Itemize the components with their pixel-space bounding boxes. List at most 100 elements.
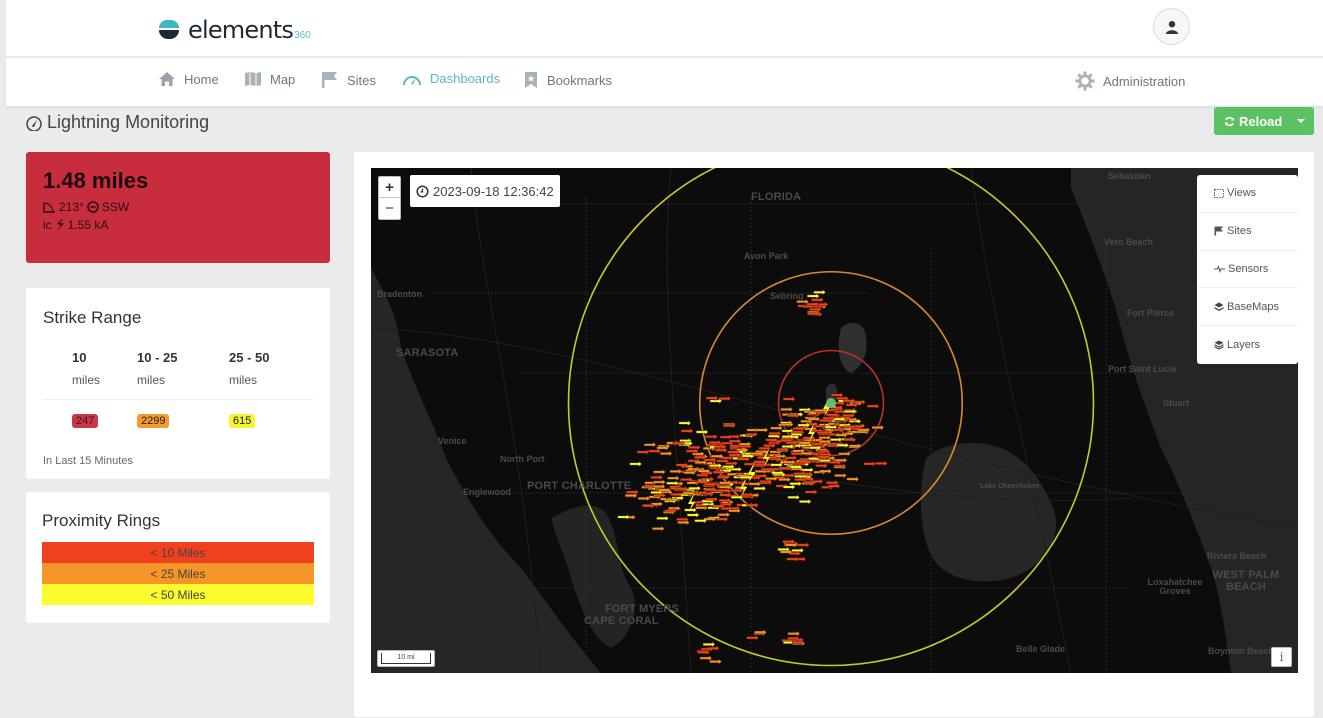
lightning-map[interactable] <box>371 168 1298 673</box>
strike-marker <box>694 517 708 524</box>
strike-marker <box>648 448 661 455</box>
reload-label: Reload <box>1239 113 1283 129</box>
nav-dashboards[interactable]: Dashboards <box>402 71 500 86</box>
nearest-strike-distance: 1.48 miles <box>43 168 149 193</box>
menu-layers-label: Layers <box>1227 339 1261 352</box>
nav-sites[interactable]: Sites <box>321 71 376 89</box>
logo-mark-icon <box>158 19 180 41</box>
strike-marker <box>636 449 650 455</box>
stack-icon <box>1214 302 1224 312</box>
strike-marker <box>717 511 731 518</box>
strike-marker <box>667 475 680 482</box>
strike-marker <box>813 289 826 296</box>
proximity-legend: < 10 Miles < 25 Miles < 50 Miles <box>42 542 314 605</box>
strike-marker <box>637 495 651 502</box>
zoom-in-button[interactable]: + <box>379 177 400 198</box>
strike-marker <box>656 515 669 522</box>
ring-legend-50: < 50 Miles <box>42 584 314 605</box>
strike-marker <box>680 428 694 434</box>
strike-marker <box>719 434 733 441</box>
strike-marker <box>846 476 860 483</box>
strike-marker <box>799 498 812 505</box>
strike-marker <box>753 485 767 492</box>
map-place-label: PORT CHARLOTTE <box>527 480 632 492</box>
page-title-text: Lightning Monitoring <box>47 112 210 132</box>
app-logo[interactable]: elements 360 <box>158 16 311 44</box>
map-layer-menu: Views Sites Sensors BaseMaps Layers <box>1197 175 1298 364</box>
flag-icon <box>1214 226 1224 236</box>
strike-range-footer: In Last 15 Minutes <box>43 455 133 467</box>
gulf-water <box>371 268 601 673</box>
nav-bookmarks[interactable]: Bookmarks <box>523 71 612 89</box>
strike-marker <box>770 425 783 432</box>
reload-dropdown-toggle[interactable] <box>1288 107 1314 135</box>
strike-marker <box>659 450 673 457</box>
reload-split-button: Reload <box>1214 107 1314 135</box>
range-unit: miles <box>137 373 166 387</box>
strike-marker <box>783 396 796 402</box>
nav-map[interactable]: Map <box>244 71 295 87</box>
map-place-label: CAPE CORAL <box>584 615 659 627</box>
count-badge-25-50: 615 <box>229 414 256 428</box>
menu-sites-label: Sites <box>1227 225 1252 238</box>
strike-marker <box>746 502 759 509</box>
nav-administration-label: Administration <box>1103 73 1186 89</box>
menu-layers[interactable]: Layers <box>1197 326 1298 364</box>
range-col-10-25: 10 - 25 miles <box>137 350 229 387</box>
angle-icon <box>43 201 56 213</box>
map-icon <box>244 71 262 87</box>
menu-sensors[interactable]: Sensors <box>1197 251 1298 289</box>
nav-administration[interactable]: Administration <box>1075 71 1185 91</box>
ring-legend-10: < 10 Miles <box>42 542 314 563</box>
strike-marker <box>834 472 847 479</box>
strike-marker <box>678 420 692 427</box>
lightning-bolt-icon <box>55 219 65 231</box>
map-canvas <box>371 168 1298 673</box>
strike-marker <box>687 512 700 518</box>
menu-sites[interactable]: Sites <box>1197 213 1298 251</box>
zoom-out-button[interactable]: − <box>379 198 400 219</box>
timestamp-text: 2023-09-18 12:36:42 <box>433 183 554 199</box>
menu-views[interactable]: Views <box>1197 175 1298 213</box>
strike-marker <box>650 474 664 481</box>
map-timestamp: 2023-09-18 12:36:42 <box>410 175 560 207</box>
strike-direction: SSW <box>101 200 130 214</box>
dashboard-gauge-icon <box>402 72 422 86</box>
strike-marker <box>746 634 759 641</box>
strike-marker <box>688 444 701 451</box>
reload-button[interactable]: Reload <box>1214 107 1288 135</box>
map-place-label: Belle Glade <box>1016 644 1066 654</box>
strike-marker <box>617 514 631 520</box>
user-icon <box>1165 20 1178 34</box>
strike-marker <box>699 655 713 662</box>
divider <box>43 399 313 400</box>
strike-range-title: Strike Range <box>43 308 142 327</box>
top-header: elements 360 <box>6 0 1323 57</box>
range-label: 25 - 50 <box>229 350 270 365</box>
map-place-label: Port Saint Lucie <box>1108 364 1177 374</box>
nav-dashboards-label: Dashboards <box>430 71 501 86</box>
strike-range-card: Strike Range 10 miles 10 - 25 miles 25 -… <box>26 288 330 479</box>
menu-basemaps[interactable]: BaseMaps <box>1197 288 1298 327</box>
count-badge-10: 247 <box>72 414 99 428</box>
user-menu-button[interactable] <box>1153 8 1190 45</box>
nav-home[interactable]: Home <box>158 71 219 87</box>
nav-home-label: Home <box>184 71 219 87</box>
menu-sensors-label: Sensors <box>1228 262 1269 275</box>
strike-marker <box>787 494 800 501</box>
home-icon <box>158 71 176 87</box>
strike-marker <box>755 427 769 433</box>
strike-marker <box>838 450 851 457</box>
nearest-strike-card: 1.48 miles 213° SSW ic 1.55 kA <box>26 152 330 263</box>
map-place-label: Loxahatchee Groves <box>1147 577 1203 596</box>
map-place-label: Avon Park <box>744 251 789 261</box>
map-place-label: FLORIDA <box>751 191 802 203</box>
logo-superscript: 360 <box>294 29 311 41</box>
map-place-label: Englewood <box>463 487 511 497</box>
menu-basemaps-label: BaseMaps <box>1227 300 1279 313</box>
site-marker[interactable] <box>826 398 836 408</box>
strike-type-row: ic 1.55 kA <box>43 218 313 232</box>
map-info-button[interactable]: i <box>1271 647 1292 667</box>
sensor-pulse-icon <box>1214 264 1225 273</box>
range-unit: miles <box>72 373 101 387</box>
